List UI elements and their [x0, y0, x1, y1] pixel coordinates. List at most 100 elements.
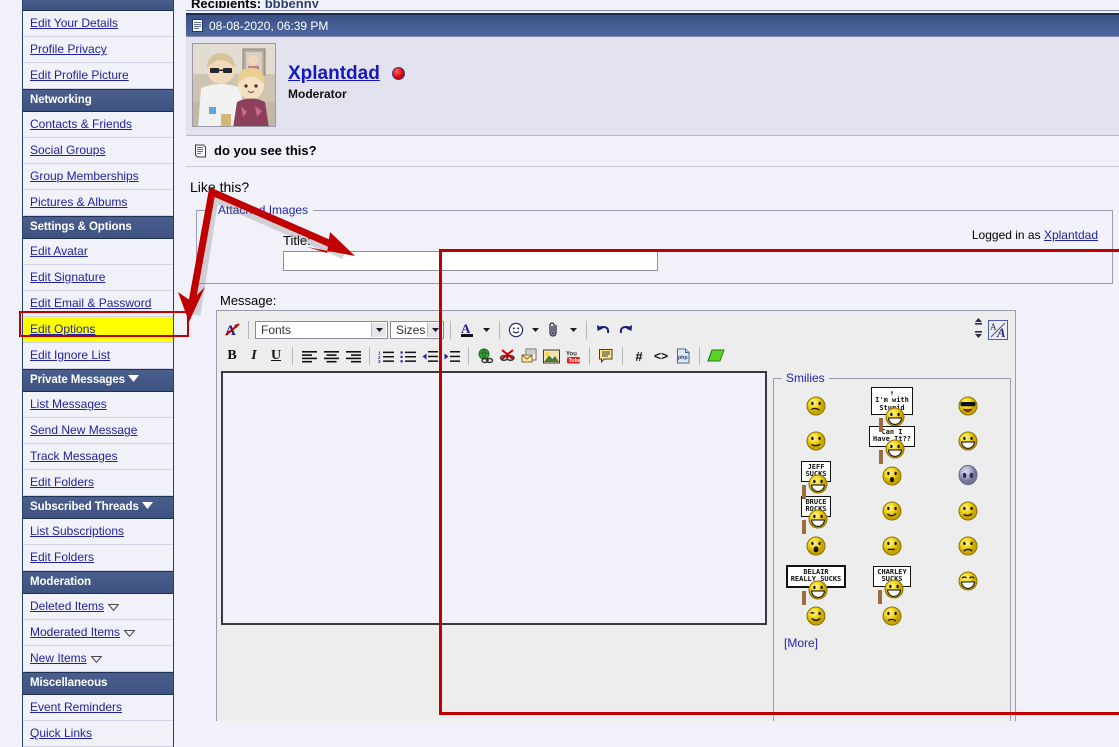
title-input[interactable] [283, 251, 658, 271]
smilie-belair-really-sucks[interactable]: BELAIR REALLY SUCKS [785, 564, 847, 605]
smilie-grin[interactable] [957, 426, 979, 459]
insert-video-button[interactable]: You Tube [563, 346, 583, 366]
smilie-wink[interactable] [805, 601, 827, 634]
sidebar-item-label[interactable]: Track Messages [30, 449, 118, 463]
insert-link-button[interactable] [475, 346, 495, 366]
sidebar-item-label[interactable]: Send New Message [30, 423, 137, 437]
attachment-chevron-down-icon[interactable] [566, 321, 580, 339]
sidebar-item-send-new-message[interactable]: Send New Message [23, 418, 173, 445]
smilie-icon[interactable] [506, 320, 526, 340]
sidebar-item-new-items[interactable]: New Items [23, 646, 173, 673]
sidebar-item-edit-folders[interactable]: Edit Folders [23, 470, 173, 497]
logged-in-username-link[interactable]: Xplantdad [1044, 228, 1098, 242]
highlight-button[interactable] [706, 346, 726, 366]
smilie-charley-sucks[interactable]: CHARLEY SUCKS [873, 565, 911, 604]
sidebar-item-group-memberships[interactable]: Group Memberships [23, 164, 173, 191]
font-size-select[interactable]: Sizes [390, 320, 444, 339]
font-color-icon[interactable]: A [457, 320, 477, 340]
sidebar-item-edit-options[interactable]: Edit Options [23, 317, 173, 344]
sidebar-item-label[interactable]: Edit Email & Password [30, 296, 151, 310]
sidebar-item-label[interactable]: Contacts & Friends [30, 117, 132, 131]
insert-code-button[interactable]: <> [651, 346, 671, 366]
sidebar-item-label[interactable]: Moderated Items [30, 625, 120, 639]
smilie-cool[interactable] [957, 391, 979, 424]
sidebar-item-label[interactable]: Deleted Items [30, 599, 104, 613]
smilie-bruce-rocks[interactable]: BRUCE ROCKS [801, 495, 831, 534]
smilie-im-with-stupid[interactable]: ↑ I'm with Stupid [871, 386, 913, 433]
sidebar-item-contacts-friends[interactable]: Contacts & Friends [23, 112, 173, 139]
remove-link-button[interactable] [497, 346, 517, 366]
insert-php-button[interactable]: php [673, 346, 693, 366]
unordered-list-button[interactable] [398, 346, 418, 366]
sidebar-item-profile-privacy[interactable]: Profile Privacy [23, 37, 173, 63]
sidebar-item-quick-links[interactable]: Quick Links [23, 721, 173, 747]
smilie-flex[interactable] [881, 496, 903, 529]
attachment-icon[interactable] [544, 320, 564, 340]
font-family-select[interactable]: Fonts [255, 320, 388, 339]
smilie-pray[interactable] [805, 426, 827, 459]
insert-quote-button[interactable] [596, 346, 616, 366]
sidebar-item-label[interactable]: Quick Links [30, 726, 92, 740]
smilie-wave[interactable] [957, 496, 979, 529]
align-center-button[interactable] [321, 346, 341, 366]
sidebar-item-label[interactable]: Pictures & Albums [30, 195, 127, 209]
italic-button[interactable]: I [244, 346, 264, 366]
smilies-more-link[interactable]: [More] [784, 636, 818, 650]
insert-hash-button[interactable]: # [629, 346, 649, 366]
sidebar-item-label[interactable]: Edit Avatar [30, 244, 88, 258]
font-color-chevron-down-icon[interactable] [479, 321, 493, 339]
smilie-question[interactable] [881, 601, 903, 634]
sidebar-item-label[interactable]: Profile Privacy [30, 42, 107, 56]
ordered-list-button[interactable]: 123 [376, 346, 396, 366]
smilie-phone[interactable] [881, 531, 903, 564]
remove-formatting-icon[interactable]: A [222, 320, 242, 340]
chevron-down-outline-icon[interactable] [90, 656, 102, 664]
sidebar-item-pictures-albums[interactable]: Pictures & Albums [23, 190, 173, 217]
sidebar-item-deleted-items[interactable]: Deleted Items [23, 594, 173, 621]
smilie-jeff-sucks[interactable]: JEFF SUCKS [801, 460, 831, 499]
smilie-shocked[interactable] [805, 531, 827, 564]
chevron-down-outline-icon[interactable] [124, 630, 136, 638]
smilie-confused[interactable] [805, 391, 827, 424]
sidebar-item-label[interactable]: Event Reminders [30, 700, 122, 714]
undo-icon[interactable] [593, 320, 613, 340]
smilie-chevron-down-icon[interactable] [528, 321, 542, 339]
sidebar-item-edit-avatar[interactable]: Edit Avatar [23, 239, 173, 266]
sidebar-item-track-messages[interactable]: Track Messages [23, 444, 173, 471]
smilie-sad[interactable] [957, 531, 979, 564]
sidebar-item-label[interactable]: Edit Folders [30, 475, 94, 489]
bold-button[interactable]: B [222, 346, 242, 366]
sidebar-item-edit-signature[interactable]: Edit Signature [23, 265, 173, 292]
align-left-button[interactable] [299, 346, 319, 366]
smilie-can-i-have-it[interactable]: Can I Have It?? [869, 425, 915, 464]
post-author-link[interactable]: Xplantdad [288, 63, 380, 85]
sidebar-item-label[interactable]: Edit Ignore List [30, 348, 110, 362]
underline-button[interactable]: U [266, 346, 286, 366]
sidebar-item-moderated-items[interactable]: Moderated Items [23, 620, 173, 647]
insert-email-button[interactable] [519, 346, 539, 366]
message-input[interactable] [221, 371, 767, 625]
sidebar-item-label[interactable]: List Subscriptions [30, 524, 124, 538]
redo-icon[interactable] [615, 320, 635, 340]
sidebar-item-label[interactable]: List Messages [30, 397, 107, 411]
editor-resize-handles[interactable] [973, 317, 984, 342]
sidebar-item-label[interactable]: New Items [30, 651, 87, 665]
sidebar-item-label[interactable]: Edit Your Details [30, 16, 118, 30]
indent-button[interactable] [442, 346, 462, 366]
sidebar-item-social-groups[interactable]: Social Groups [23, 138, 173, 165]
sidebar-item-edit-profile-picture[interactable]: Edit Profile Picture [23, 63, 173, 89]
align-right-button[interactable] [343, 346, 363, 366]
smilie-surprised[interactable] [881, 461, 903, 494]
sidebar-item-label[interactable]: Edit Profile Picture [30, 68, 129, 82]
sidebar-item-edit-folders[interactable]: Edit Folders [23, 545, 173, 572]
insert-image-button[interactable] [541, 346, 561, 366]
sidebar-item-edit-your-details[interactable]: Edit Your Details [23, 11, 173, 37]
smilie-grey-alien[interactable] [957, 461, 979, 494]
sidebar-item-edit-ignore-list[interactable]: Edit Ignore List [23, 343, 173, 370]
sidebar-item-label[interactable]: Group Memberships [30, 169, 139, 183]
sidebar-item-label[interactable]: Edit Signature [30, 270, 105, 284]
sidebar-item-label[interactable]: Edit Folders [30, 550, 94, 564]
wysiwyg-toggle-button[interactable]: AA [988, 319, 1008, 340]
sidebar-section-header[interactable]: Subscribed Threads [23, 496, 173, 520]
sidebar-item-label[interactable]: Edit Options [30, 322, 95, 336]
